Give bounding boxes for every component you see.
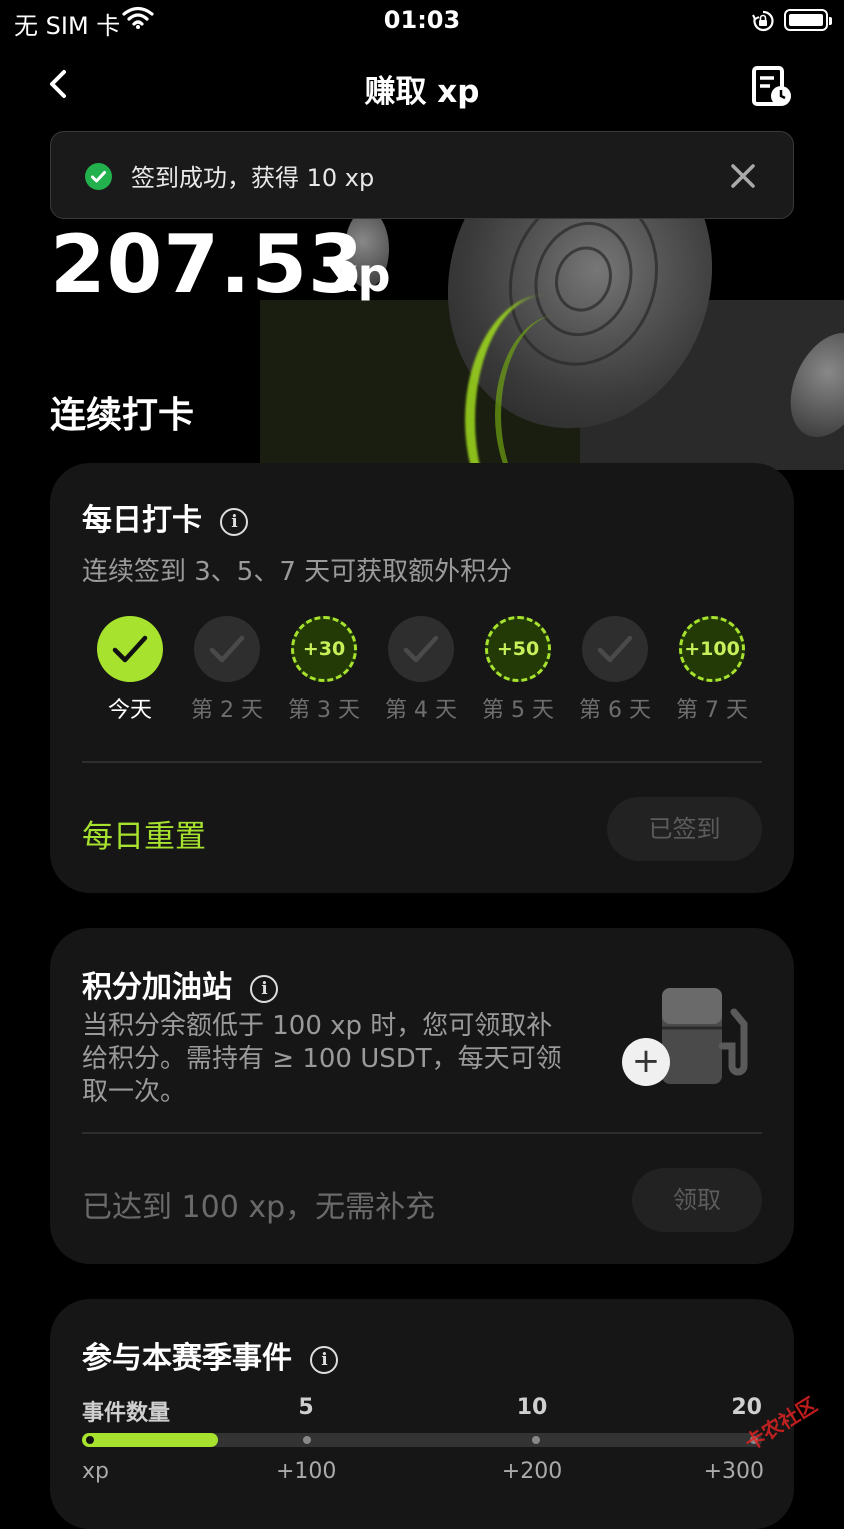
daily-checkin-subtitle: 连续签到 3、5、7 天可获取额外积分 [82, 557, 513, 587]
events-progress-fill [82, 1433, 218, 1447]
reward-label: +300 [703, 1459, 764, 1484]
events-progress-track [82, 1433, 762, 1447]
page-title: 赚取 xp [364, 74, 480, 110]
milestone-label: 10 [516, 1395, 548, 1420]
progress-start-dot [86, 1436, 94, 1444]
daily-reset-label: 每日重置 [82, 819, 206, 855]
fuel-pump-icon [658, 986, 750, 1090]
xp-balance: 207.53 [50, 218, 365, 311]
day-label: 第 6 天 [579, 698, 651, 723]
info-icon[interactable]: i [220, 508, 249, 536]
toast-message: 签到成功，获得 10 xp [131, 164, 375, 192]
day-bonus-badge: +50 [485, 616, 551, 682]
refuel-status: 已达到 100 xp，无需补充 [82, 1190, 436, 1225]
refuel-title: 积分加油站 i [82, 962, 279, 1006]
battery-icon [784, 9, 832, 31]
day-label: 第 4 天 [385, 698, 457, 723]
day-label: 第 7 天 [676, 698, 748, 723]
points-refuel-card: 积分加油站 i 当积分余额低于 100 xp 时，您可领取补 给积分。需持有 ≥… [50, 928, 794, 1264]
info-icon[interactable]: i [250, 975, 279, 1003]
day-bonus-badge: +100 [679, 616, 745, 682]
check-circle-icon [85, 163, 112, 190]
check-icon [194, 616, 260, 682]
xp-unit: xp [328, 248, 391, 302]
milestone-dot [303, 1436, 311, 1444]
daily-checkin-card: 每日打卡 i 连续签到 3、5、7 天可获取额外积分 今天 第 2 天 +30 第 3… [50, 463, 794, 893]
events-title: 参与本赛季事件 i [82, 1333, 339, 1377]
checked-in-button[interactable]: 已签到 [607, 797, 762, 861]
check-icon [97, 616, 163, 682]
reward-label: +200 [501, 1459, 563, 1484]
divider [82, 761, 762, 763]
plus-icon: + [622, 1038, 670, 1086]
day-tracker: 今天 第 2 天 +30 第 3 天第 4 天 +50 第 5 天第 6 天 +100 第 7… [50, 616, 794, 726]
milestone-label: 5 [298, 1395, 314, 1420]
day-label: 第 2 天 [191, 698, 263, 723]
milestone-label: 20 [731, 1395, 762, 1420]
day-label: 第 3 天 [288, 698, 360, 723]
info-icon[interactable]: i [310, 1346, 339, 1374]
daily-checkin-title: 每日打卡 i [82, 495, 249, 539]
close-icon[interactable] [727, 160, 759, 196]
check-icon [388, 616, 454, 682]
day-label: 今天 [107, 698, 152, 723]
status-bar: 无 SIM 卡 01:03 [0, 0, 844, 44]
check-icon [582, 616, 648, 682]
history-icon[interactable] [748, 64, 794, 114]
success-toast: 签到成功，获得 10 xp [50, 131, 794, 219]
claim-button[interactable]: 领取 [632, 1168, 762, 1232]
xp-row-label: xp [82, 1459, 109, 1484]
streak-heading: 连续打卡 [50, 395, 195, 436]
reward-label: +100 [276, 1459, 337, 1484]
day-bonus-badge: +30 [291, 616, 357, 682]
divider [82, 1132, 762, 1134]
refuel-description: 当积分余额低于 100 xp 时，您可领取补 给积分。需持有 ≥ 100 USD… [82, 1011, 562, 1107]
milestone-dot [532, 1436, 540, 1444]
day-label: 第 5 天 [482, 698, 554, 723]
season-events-card: 参与本赛季事件 i 事件数量 5 10 20 xp +100 +200 +300 [50, 1299, 794, 1529]
event-count-label: 事件数量 [82, 1401, 171, 1426]
clock: 01:03 [383, 6, 461, 34]
lock-rotation-icon [752, 10, 774, 38]
